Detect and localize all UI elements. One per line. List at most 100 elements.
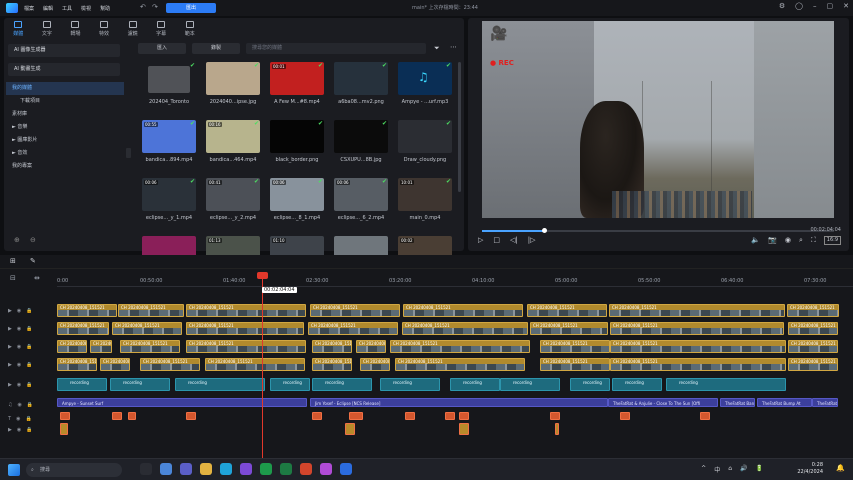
title-clip[interactable]: [700, 412, 710, 420]
store-icon[interactable]: [240, 463, 252, 475]
video-clip[interactable]: CH 20240408_151521: [57, 340, 87, 353]
video-clip[interactable]: CH 20240408_151521: [312, 358, 352, 371]
title-clip[interactable]: [405, 412, 415, 420]
tray-icon[interactable]: ^: [701, 465, 706, 474]
ai-tool-button[interactable]: AI 動畫生成: [8, 63, 120, 76]
teams-icon[interactable]: [180, 463, 192, 475]
title-clip[interactable]: [312, 412, 322, 420]
lock-icon[interactable]: 🔒: [26, 344, 32, 350]
lock-icon[interactable]: 🔒: [25, 416, 31, 422]
tab-effects[interactable]: 特效: [90, 18, 119, 40]
video-clip[interactable]: CH 20240408_151521: [788, 322, 838, 335]
tray-icon[interactable]: 中: [714, 465, 720, 474]
media-tile[interactable]: ✔ CSXUPU...8B.jpg: [334, 120, 388, 163]
eye-icon[interactable]: ◉: [17, 308, 21, 314]
fullscreen-icon[interactable]: ⛶: [811, 236, 816, 245]
redo-icon[interactable]: ↷: [152, 3, 158, 11]
video-clip[interactable]: CH 20240408_151521: [308, 322, 398, 335]
prev-frame-icon[interactable]: ◁|: [510, 236, 518, 244]
recording-clip[interactable]: recording: [612, 378, 662, 391]
quality-icon[interactable]: ◉: [785, 236, 791, 245]
sidebar-item[interactable]: ► 圖庫影片: [6, 134, 124, 147]
video-clip[interactable]: CH 20240408_151521: [787, 304, 839, 317]
record-button[interactable]: 錄製: [192, 43, 240, 54]
sidebar-item[interactable]: 我的專案: [6, 160, 124, 173]
media-tile[interactable]: 00:06 ✔ eclipse..._8_1.mp4: [270, 178, 324, 221]
tray-icon[interactable]: 🔊: [740, 465, 747, 474]
media-thumbnail[interactable]: ✔: [270, 120, 324, 153]
preview-video[interactable]: 🎥 ● REC: [482, 21, 834, 218]
excel-icon[interactable]: [280, 463, 292, 475]
edge-icon[interactable]: [220, 463, 232, 475]
eye-icon[interactable]: ◉: [17, 344, 21, 350]
widgets-icon[interactable]: [160, 463, 172, 475]
close-icon[interactable]: ✕: [843, 2, 849, 10]
video-clip[interactable]: CH 20240408_151521: [788, 358, 838, 371]
media-thumbnail[interactable]: 00:55 ✔: [142, 120, 196, 153]
sidebar-item[interactable]: 我的媒體: [6, 82, 124, 95]
pen-icon[interactable]: ✎: [30, 257, 36, 265]
tab-text[interactable]: 文字: [33, 18, 62, 40]
title-clip[interactable]: [60, 412, 70, 420]
ai-tool-button[interactable]: AI 圖像生成器: [8, 44, 120, 57]
editor-taskbar-icon[interactable]: [340, 463, 352, 475]
title-clip[interactable]: [620, 412, 630, 420]
snap-icon[interactable]: ⇹: [34, 274, 40, 282]
recording-clip[interactable]: recording: [110, 378, 170, 391]
recording-clip[interactable]: recording: [450, 378, 500, 391]
tab-subtitle[interactable]: 字幕: [147, 18, 176, 40]
video-clip[interactable]: CH 20240408_151521: [403, 304, 523, 317]
mini-clip[interactable]: [459, 423, 469, 435]
video-clip[interactable]: CH 20240408_151521: [530, 322, 608, 335]
media-tile[interactable]: 00:41 ✔ eclipse..._y_2.mp4: [206, 178, 260, 221]
tray-icon[interactable]: 🔋: [756, 465, 763, 474]
recording-clip[interactable]: recording: [570, 378, 610, 391]
undo-icon[interactable]: ↶: [140, 3, 146, 11]
video-clip[interactable]: CH 20240408_151521: [527, 304, 607, 317]
stop-icon[interactable]: □: [493, 236, 500, 244]
aspect-ratio[interactable]: 16:9: [823, 236, 841, 245]
remove-folder-icon[interactable]: ⊖: [30, 236, 36, 244]
video-clip[interactable]: CH 20240408_151521: [402, 322, 528, 335]
next-frame-icon[interactable]: |▷: [528, 236, 536, 244]
video-clip[interactable]: CH 20240408_151521: [112, 322, 182, 335]
video-clip[interactable]: CH 20240408_151521: [140, 358, 200, 371]
explorer-icon[interactable]: [200, 463, 212, 475]
title-clip[interactable]: [550, 412, 560, 420]
lock-icon[interactable]: 🔒: [26, 362, 32, 368]
profile-icon[interactable]: ◯: [795, 2, 803, 10]
video-clip[interactable]: CH 20240408_151521: [788, 340, 838, 353]
audio-clip[interactable]: TheFatRat Bu: [812, 398, 838, 407]
sidebar-item[interactable]: ► 音樂: [6, 121, 124, 134]
tab-media[interactable]: 媒體: [4, 18, 33, 40]
video-clip[interactable]: CH 20240408_151521: [540, 340, 610, 353]
video-clip[interactable]: CH 20240408_151521: [395, 358, 525, 371]
title-clip[interactable]: [186, 412, 196, 420]
gear-icon[interactable]: ⚙: [779, 2, 785, 10]
windows-start-icon[interactable]: [8, 464, 20, 476]
eye-icon[interactable]: ◉: [17, 382, 21, 388]
video-clip[interactable]: CH 20240408_151521: [57, 322, 109, 335]
menu-item[interactable]: 檢視: [81, 5, 91, 12]
video-clip[interactable]: CH 20240408_151521: [360, 358, 390, 371]
video-clip[interactable]: CH 20240408_151521: [57, 358, 97, 371]
media-tile[interactable]: 10:01 ✔ main_0.mp4: [398, 178, 452, 221]
menu-item[interactable]: 檔案: [24, 5, 34, 12]
mini-clip[interactable]: [555, 423, 559, 435]
title-clip[interactable]: [128, 412, 136, 420]
recording-clip[interactable]: recording: [270, 378, 310, 391]
minimize-icon[interactable]: –: [813, 2, 817, 10]
recording-clip[interactable]: recording: [57, 378, 107, 391]
media-thumbnail[interactable]: ✔: [334, 120, 388, 153]
lock-icon[interactable]: 🔒: [26, 382, 32, 388]
lock-icon[interactable]: 🔒: [26, 326, 32, 332]
video-clip[interactable]: CH 20240408_151521: [205, 358, 305, 371]
lock-icon[interactable]: 🔒: [26, 427, 32, 433]
timeline-ruler[interactable]: 0:00 00:50:00 01:40:00 02:30:00 03:20:00 04:1…: [57, 277, 853, 287]
sidebar-item[interactable]: 素材庫: [6, 108, 124, 121]
media-thumbnail[interactable]: ✔: [206, 62, 260, 95]
taskbar-search[interactable]: ⌕ 搜尋: [26, 463, 122, 477]
media-tile[interactable]: ✔ 202404_Toronto: [142, 62, 196, 105]
eye-icon[interactable]: ◉: [17, 326, 21, 332]
title-clip[interactable]: [459, 412, 469, 420]
